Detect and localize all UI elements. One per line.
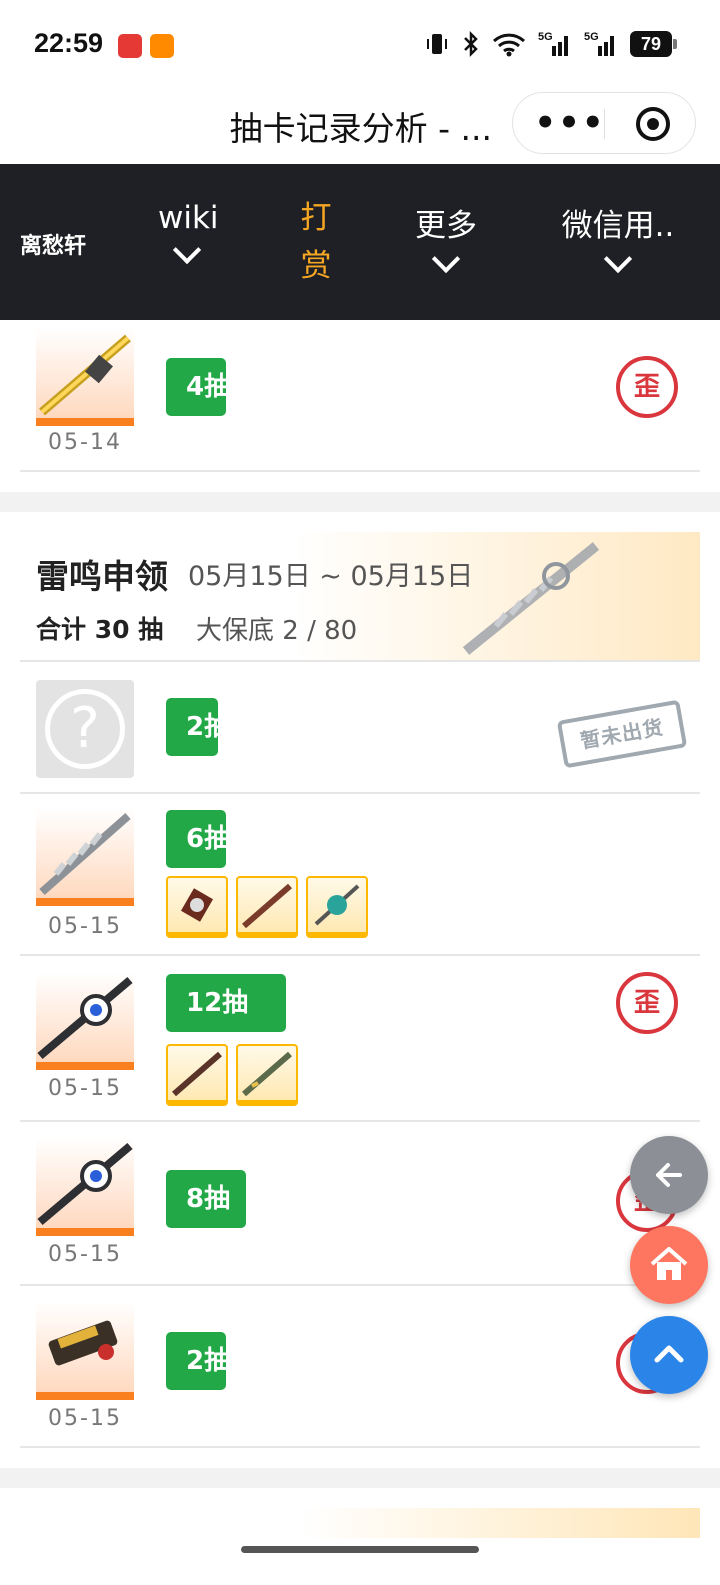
serrated-sword-icon: [39, 813, 131, 895]
nav-item-donate[interactable]: 打赏: [300, 194, 332, 290]
nav-item-label: 微信用..: [561, 208, 675, 244]
blade-icon: [242, 883, 292, 929]
light-blade-icon: [242, 1051, 292, 1097]
blue-orb-sword-icon: [37, 1142, 133, 1226]
back-button[interactable]: [630, 1136, 708, 1214]
banner-name: 雷鸣申领: [36, 557, 168, 596]
pull-record[interactable]: 05-14 4抽 歪: [20, 320, 700, 472]
signal-5g-icon: 5G: [538, 31, 568, 56]
battery-indicator: 79: [630, 31, 677, 57]
nav-item-label: 打赏: [300, 200, 332, 284]
status-bar: 22:59 5G 5G 79: [0, 0, 720, 90]
off-banner-badge: 歪: [616, 356, 678, 418]
section-gap: [0, 492, 720, 512]
pull-count-badge: 6抽: [166, 810, 226, 868]
mini-program-capsule: •••: [512, 92, 696, 154]
record-date: 05-15: [48, 1076, 122, 1101]
chevron-up-icon: [654, 1345, 684, 1363]
gear-amulet-icon: [180, 888, 214, 922]
notification-app-icon-2: [150, 34, 174, 58]
sub-item-thumbnail: [166, 876, 228, 938]
section-gap: [0, 1468, 720, 1488]
nav-item-wiki[interactable]: wiki: [158, 200, 219, 265]
item-thumbnail: [36, 1302, 134, 1400]
chevron-down-icon: [172, 235, 202, 265]
sub-item-thumbnail: [236, 876, 298, 938]
sub-item-thumbnail: [236, 1044, 298, 1106]
banner-header: 雷鸣申领 05月15日 ~ 05月15日 合计 30 抽 大保底 2 / 80: [20, 532, 700, 662]
item-thumbnail: [36, 972, 134, 1070]
unknown-item-thumbnail: ?: [36, 680, 134, 778]
blue-orb-sword-icon: [37, 976, 133, 1060]
pull-record[interactable]: 05-15 12抽 歪: [20, 956, 700, 1122]
vibrate-icon: [427, 34, 447, 54]
banner-date-range: 05月15日 ~ 05月15日: [188, 561, 474, 592]
teal-gadget-icon: [314, 884, 360, 926]
banner-pity-counter: 大保底 2 / 80: [196, 616, 358, 646]
page-title: 抽卡记录分析 - ...: [229, 109, 492, 148]
scroll-top-button[interactable]: [630, 1316, 708, 1394]
next-banner-header: [300, 1508, 700, 1538]
nav-item-more[interactable]: 更多: [414, 200, 478, 274]
record-date: 05-15: [48, 914, 122, 939]
chevron-down-icon: [431, 244, 461, 274]
nav-item-label: wiki: [158, 200, 219, 236]
more-menu-button[interactable]: •••: [534, 93, 605, 153]
capsule-divider: [604, 109, 605, 139]
status-time: 22:59: [34, 28, 104, 58]
site-nav-bar: 离愁轩 wiki 打赏 更多 微信用..: [0, 164, 720, 320]
banner-weapon-art: [462, 542, 600, 655]
pull-record[interactable]: 05-15 2抽 歪: [20, 1286, 700, 1448]
svg-text:5G: 5G: [584, 31, 599, 43]
bluetooth-icon: [464, 30, 478, 58]
pull-count-badge: 4抽: [166, 358, 226, 416]
svg-text:5G: 5G: [538, 31, 553, 43]
item-thumbnail: [36, 1138, 134, 1236]
chevron-down-icon: [603, 244, 633, 274]
sub-item-thumbnail: [306, 876, 368, 938]
signal-5g-icon-2: 5G: [584, 31, 614, 56]
pull-count-badge: 8抽: [166, 1170, 246, 1228]
sub-item-thumbnail: [166, 1044, 228, 1106]
nav-item-label: 更多: [415, 208, 477, 244]
sword-icon: [39, 334, 131, 416]
pull-record[interactable]: 05-15 8抽 歪: [20, 1122, 700, 1286]
arrow-left-icon: [656, 1163, 682, 1187]
gun-icon: [48, 1320, 118, 1366]
dark-blade-icon: [172, 1051, 222, 1097]
item-thumbnail: [36, 808, 134, 906]
question-mark-icon: ?: [45, 689, 125, 769]
item-thumbnail: [36, 328, 134, 426]
nav-item-wechat[interactable]: 微信用..: [558, 200, 678, 274]
pull-count-badge: 2抽: [166, 1332, 226, 1390]
pull-count-badge: 2抽: [166, 698, 218, 756]
mini-program-title-bar: 抽卡记录分析 - ... •••: [0, 90, 720, 164]
record-date: 05-15: [48, 1242, 122, 1267]
pull-count-badge: 12抽: [166, 974, 286, 1032]
system-icons: 5G 5G 79: [424, 30, 677, 58]
off-banner-badge: 歪: [616, 972, 678, 1034]
record-date: 05-14: [48, 430, 122, 455]
record-date: 05-15: [48, 1406, 122, 1431]
wifi-icon: [492, 33, 526, 57]
close-target-icon[interactable]: [636, 107, 670, 141]
notification-app-icon: [118, 34, 142, 58]
banner-total-pulls: 合计 30 抽: [36, 615, 164, 644]
home-icon: [650, 1247, 688, 1280]
site-brand[interactable]: 离愁轩: [20, 228, 86, 260]
home-indicator: [241, 1546, 479, 1553]
pull-record[interactable]: 05-15 6抽: [20, 794, 700, 956]
home-button[interactable]: [630, 1226, 708, 1304]
